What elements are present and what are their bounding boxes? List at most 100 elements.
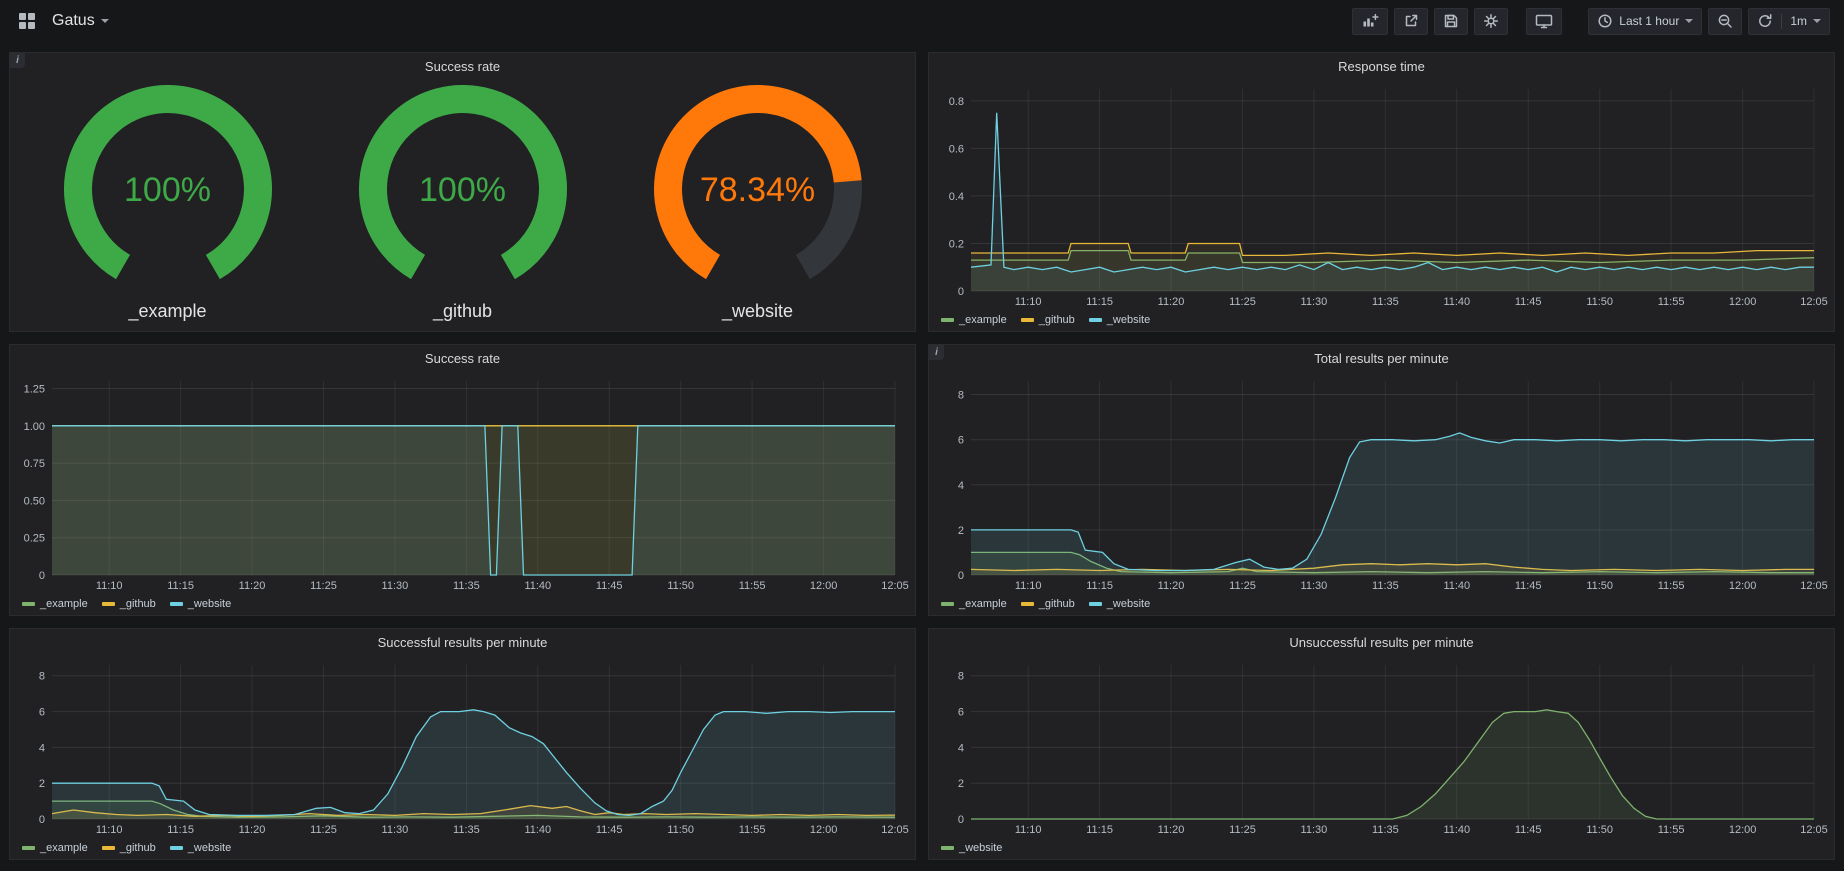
svg-text:11:20: 11:20 xyxy=(239,580,266,592)
svg-text:12:00: 12:00 xyxy=(810,580,838,592)
refresh-icon xyxy=(1757,13,1773,29)
legend-item-github[interactable]: _github xyxy=(102,842,156,854)
legend-item-website[interactable]: _website xyxy=(170,598,231,610)
time-range-label: Last 1 hour xyxy=(1619,14,1679,28)
series-swatch-icon xyxy=(1089,318,1102,322)
legend-item-website[interactable]: _website xyxy=(1089,314,1150,326)
svg-text:2: 2 xyxy=(39,778,45,790)
svg-text:11:50: 11:50 xyxy=(1586,580,1613,592)
svg-text:11:15: 11:15 xyxy=(167,824,194,836)
navbar: Gatus xyxy=(0,0,1844,42)
legend-item-website[interactable]: _website xyxy=(170,842,231,854)
legend-item-website[interactable]: _website xyxy=(941,842,1002,854)
legend-label: _example xyxy=(40,598,88,610)
panel-header-total-results[interactable]: Total results per minute xyxy=(929,345,1834,371)
svg-text:11:50: 11:50 xyxy=(1586,824,1613,836)
legend-item-example[interactable]: _example xyxy=(22,842,88,854)
chart-legend: _website xyxy=(929,837,1834,859)
successful-results-chart[interactable]: 11:1011:1511:2011:2511:3011:3511:4011:45… xyxy=(14,655,911,837)
svg-text:11:40: 11:40 xyxy=(1443,580,1470,592)
svg-text:11:45: 11:45 xyxy=(1515,296,1542,308)
series-swatch-icon xyxy=(170,602,183,606)
legend-label: _github xyxy=(1039,314,1075,326)
svg-text:11:35: 11:35 xyxy=(453,824,480,836)
gauge-website: 78.34%_website xyxy=(628,85,888,322)
dashboard-settings-button[interactable] xyxy=(1474,8,1508,35)
svg-text:11:55: 11:55 xyxy=(739,580,766,592)
series-swatch-icon xyxy=(102,846,115,850)
time-picker-button[interactable]: Last 1 hour xyxy=(1588,8,1702,35)
total-results-chart[interactable]: 11:1011:1511:2011:2511:3011:3511:4011:45… xyxy=(933,371,1830,593)
svg-text:12:00: 12:00 xyxy=(810,824,838,836)
svg-text:11:55: 11:55 xyxy=(1658,580,1685,592)
cycle-view-button[interactable] xyxy=(1526,8,1562,35)
legend-item-example[interactable]: _example xyxy=(941,598,1007,610)
dashboard-title: Gatus xyxy=(52,12,95,30)
svg-text:4: 4 xyxy=(958,742,964,754)
zoom-out-icon xyxy=(1717,13,1733,29)
legend-item-github[interactable]: _github xyxy=(1021,314,1075,326)
svg-text:12:05: 12:05 xyxy=(881,824,909,836)
legend-label: _website xyxy=(1107,314,1150,326)
panel-header-response-time[interactable]: Response time xyxy=(929,53,1834,79)
legend-label: _github xyxy=(1039,598,1075,610)
legend-item-example[interactable]: _example xyxy=(22,598,88,610)
panel-header-unsuccessful-results[interactable]: Unsuccessful results per minute xyxy=(929,629,1834,655)
grafana-menu-button[interactable] xyxy=(14,8,40,34)
svg-text:11:10: 11:10 xyxy=(1015,824,1042,836)
svg-text:12:05: 12:05 xyxy=(1800,580,1828,592)
series-swatch-icon xyxy=(1089,602,1102,606)
svg-text:11:35: 11:35 xyxy=(1372,296,1399,308)
svg-text:11:50: 11:50 xyxy=(667,580,694,592)
legend-item-github[interactable]: _github xyxy=(1021,598,1075,610)
legend-item-example[interactable]: _example xyxy=(941,314,1007,326)
response-time-chart[interactable]: 11:1011:1511:2011:2511:3011:3511:4011:45… xyxy=(933,79,1830,309)
chevron-down-icon xyxy=(1813,19,1821,23)
panel-header-success-rate-gauges[interactable]: Success rate xyxy=(10,53,915,79)
save-icon xyxy=(1443,13,1459,29)
legend-item-website[interactable]: _website xyxy=(1089,598,1150,610)
svg-text:0: 0 xyxy=(958,570,964,582)
refresh-button[interactable]: 1m xyxy=(1748,8,1830,35)
series-swatch-icon xyxy=(22,602,35,606)
svg-text:11:55: 11:55 xyxy=(739,824,766,836)
svg-text:0.25: 0.25 xyxy=(24,533,45,545)
svg-text:6: 6 xyxy=(39,707,45,719)
panel-header-success-rate-timeseries[interactable]: Success rate xyxy=(10,345,915,371)
svg-text:11:20: 11:20 xyxy=(1158,824,1185,836)
chart-legend: _example _github _website xyxy=(10,837,915,859)
chart-area: 11:1011:1511:2011:2511:3011:3511:4011:45… xyxy=(929,655,1834,837)
svg-text:4: 4 xyxy=(958,480,964,492)
panel-info-icon[interactable]: i xyxy=(10,53,25,68)
svg-text:11:20: 11:20 xyxy=(239,824,266,836)
unsuccessful-results-chart[interactable]: 11:1011:1511:2011:2511:3011:3511:4011:45… xyxy=(933,655,1830,837)
dashboard-grid: i Success rate 100%_example100%_github78… xyxy=(0,42,1844,860)
panel-header-successful-results[interactable]: Successful results per minute xyxy=(10,629,915,655)
series-swatch-icon xyxy=(22,846,35,850)
svg-text:11:45: 11:45 xyxy=(1515,580,1542,592)
svg-text:11:25: 11:25 xyxy=(1229,824,1256,836)
legend-item-github[interactable]: _github xyxy=(102,598,156,610)
chevron-down-icon xyxy=(1685,19,1693,23)
svg-text:11:35: 11:35 xyxy=(453,580,480,592)
svg-text:11:40: 11:40 xyxy=(524,580,551,592)
series-swatch-icon xyxy=(170,846,183,850)
gauge-endpoint-label: _example xyxy=(128,301,206,322)
zoom-out-button[interactable] xyxy=(1708,8,1742,35)
svg-text:11:15: 11:15 xyxy=(1086,296,1113,308)
gauge-value: 100% xyxy=(38,171,298,210)
panel-successful-results-per-minute: Successful results per minute 11:1011:15… xyxy=(9,628,916,860)
svg-text:12:00: 12:00 xyxy=(1729,824,1757,836)
svg-text:11:15: 11:15 xyxy=(1086,824,1113,836)
svg-text:11:30: 11:30 xyxy=(1301,580,1328,592)
success-rate-chart[interactable]: 11:1011:1511:2011:2511:3011:3511:4011:45… xyxy=(14,371,911,593)
panel-info-icon[interactable]: i xyxy=(929,345,944,360)
save-dashboard-button[interactable] xyxy=(1434,8,1468,35)
add-panel-button[interactable] xyxy=(1352,8,1388,35)
share-dashboard-button[interactable] xyxy=(1394,8,1428,35)
legend-label: _example xyxy=(959,598,1007,610)
dashboard-title-button[interactable]: Gatus xyxy=(52,12,109,30)
svg-text:11:55: 11:55 xyxy=(1658,824,1685,836)
svg-text:11:25: 11:25 xyxy=(1229,296,1256,308)
svg-text:12:05: 12:05 xyxy=(881,580,909,592)
